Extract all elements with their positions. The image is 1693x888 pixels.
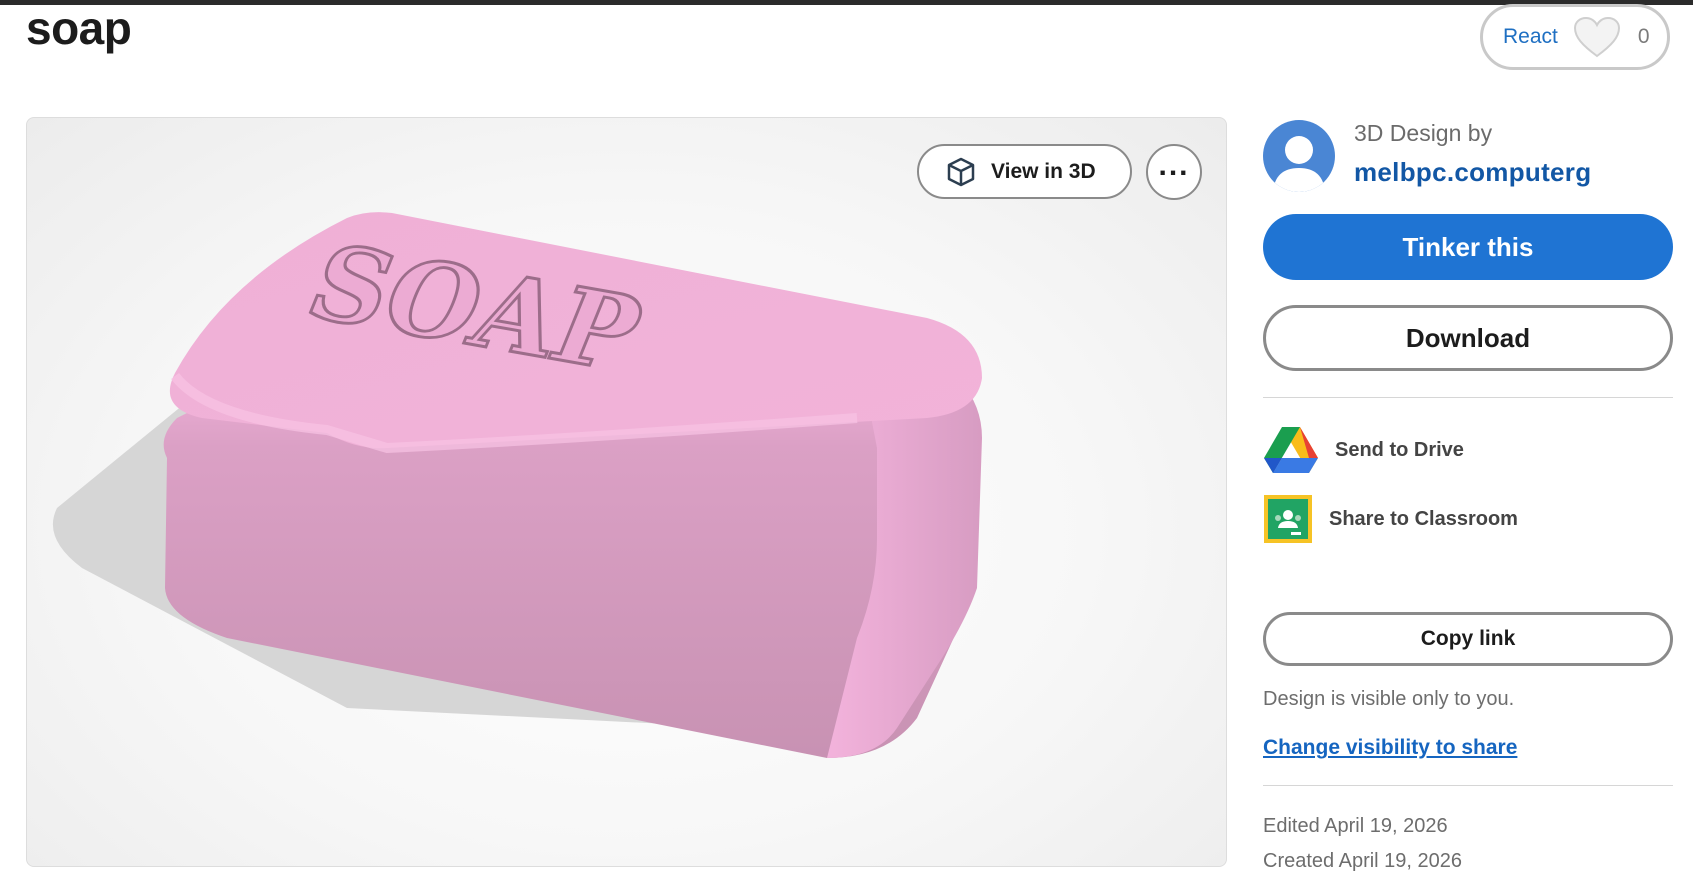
page-title: soap: [26, 2, 132, 54]
created-date: Created April 19, 2026: [1263, 850, 1463, 872]
edited-date: Edited April 19, 2026: [1263, 815, 1448, 837]
google-drive-icon: [1264, 427, 1318, 473]
tinker-this-button[interactable]: Tinker this: [1263, 214, 1673, 280]
change-visibility-link[interactable]: Change visibility to share: [1263, 736, 1517, 760]
more-options-button[interactable]: ...: [1146, 144, 1202, 200]
react-count: 0: [1637, 25, 1650, 48]
avatar[interactable]: [1263, 120, 1335, 192]
copy-link-button[interactable]: Copy link: [1263, 612, 1673, 666]
share-to-classroom-label: Share to Classroom: [1329, 507, 1518, 530]
cube-icon: [947, 157, 975, 186]
divider: [1263, 785, 1673, 786]
divider: [1263, 397, 1673, 398]
top-bar: [0, 0, 1693, 5]
send-to-drive-button[interactable]: Send to Drive: [1263, 425, 1464, 475]
react-button[interactable]: React 0: [1480, 4, 1670, 70]
view-in-3d-button[interactable]: View in 3D: [917, 144, 1132, 199]
share-to-classroom-button[interactable]: Share to Classroom: [1263, 494, 1518, 544]
google-classroom-icon: [1264, 495, 1312, 543]
designer-caption: 3D Design by: [1354, 120, 1493, 146]
react-label: React: [1503, 25, 1558, 48]
user-icon: [1273, 136, 1325, 192]
send-to-drive-label: Send to Drive: [1335, 438, 1464, 461]
soap-model-render: SOAP: [52, 212, 982, 758]
visibility-note: Design is visible only to you.: [1263, 688, 1515, 710]
more-options-icon: ...: [1158, 149, 1190, 182]
model-viewer[interactable]: SOAP View in 3D ...: [26, 117, 1227, 867]
download-button[interactable]: Download: [1263, 305, 1673, 371]
heart-icon: [1573, 16, 1620, 58]
view-in-3d-label: View in 3D: [991, 159, 1096, 183]
designer-name-link[interactable]: melbpc.computerg: [1354, 157, 1591, 188]
